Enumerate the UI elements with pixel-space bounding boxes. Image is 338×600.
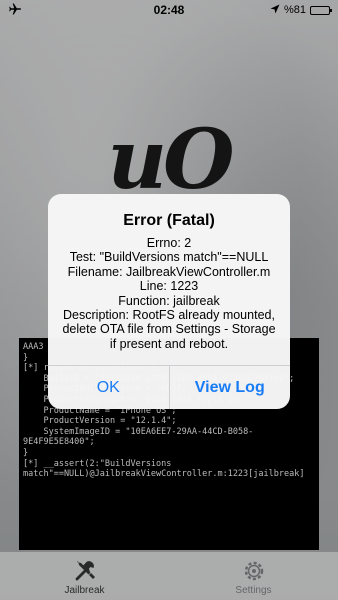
ok-button[interactable]: OK xyxy=(48,366,169,409)
error-alert-dialog: Error (Fatal) Errno: 2 Test: "BuildVersi… xyxy=(48,194,291,410)
alert-message: Errno: 2 Test: "BuildVersions match"==NU… xyxy=(58,236,280,351)
alert-errno: Errno: 2 xyxy=(146,236,192,250)
alert-line: Line: 1223 xyxy=(139,279,199,294)
alert-title: Error (Fatal) xyxy=(123,212,215,229)
alert-description: Description: RootFS already mounted, del… xyxy=(62,308,276,351)
alert-test: Test: "BuildVersions match"==NULL xyxy=(69,250,269,265)
view-log-button[interactable]: View Log xyxy=(168,366,291,410)
alert-function: Function: jailbreak xyxy=(118,293,220,308)
alert-filename: Filename: JailbreakViewController.m xyxy=(67,264,271,279)
